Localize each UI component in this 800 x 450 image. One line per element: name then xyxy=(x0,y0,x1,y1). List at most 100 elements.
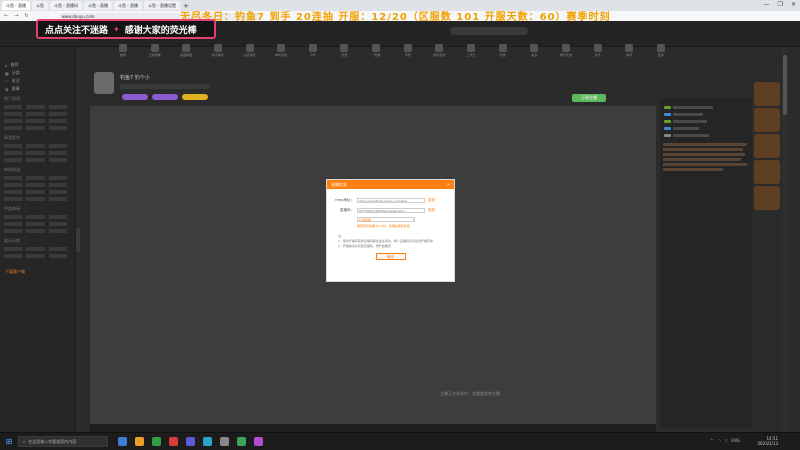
chat-panel xyxy=(660,98,752,428)
category-row: 推荐 王者荣耀 英雄联盟 和平精英 主机游戏 单机热游 户外 颜值 一起看 手游 网游竞技 二次元 科技… xyxy=(112,44,672,64)
tab-label: 斗鱼 - 直播 xyxy=(6,2,26,8)
close-window-button[interactable]: ✕ xyxy=(791,1,796,8)
sidebar-game-grid[interactable] xyxy=(0,245,75,260)
category-item[interactable]: 一起看 xyxy=(365,44,387,64)
category-item[interactable]: 颜值 xyxy=(333,44,355,64)
dialog-title: 直播信息 xyxy=(331,181,347,187)
category-item[interactable]: 手游 xyxy=(397,44,419,64)
sidebar-item-category[interactable]: ▦ 分类 xyxy=(0,69,75,77)
minimize-button[interactable]: — xyxy=(764,1,770,8)
wifi-icon[interactable]: ◠ xyxy=(717,438,721,443)
avatar[interactable] xyxy=(94,72,114,94)
reload-icon[interactable]: ↻ xyxy=(24,13,28,19)
category-label: 娱乐天地 xyxy=(559,53,572,57)
close-icon[interactable]: ✕ xyxy=(447,182,450,187)
category-item[interactable]: 英雄联盟 xyxy=(175,44,197,64)
left-sidebar: ⌂ 推荐 ▦ 分类 ♡ 关注 ♛ 赛事 热门游戏 网游竞技 单机热游 手游休闲 娱乐天地… xyxy=(0,47,76,432)
browser-tab[interactable]: 斗鱼 - 直播 xyxy=(2,1,30,10)
category-item[interactable]: 推荐 xyxy=(112,44,134,64)
sidebar-item-follow[interactable]: ♡ 关注 xyxy=(0,77,75,85)
rtmp-field[interactable]: rtmp://sendtc3a.douyu.com/live xyxy=(357,198,425,203)
category-label: 科技 xyxy=(499,53,506,57)
sidebar-game-grid[interactable] xyxy=(0,142,75,164)
promo-card[interactable] xyxy=(754,82,780,106)
promo-card[interactable] xyxy=(754,186,780,210)
browser-tab[interactable]: 斗鱼 - 直播设置 xyxy=(144,1,180,10)
line-select-value: 标准线路 xyxy=(359,218,372,222)
taskbar-app-icon[interactable] xyxy=(152,437,161,446)
browser-tab[interactable]: 斗鱼 - 直播 xyxy=(114,1,142,10)
sidebar-section-title: 单机热游 xyxy=(4,167,20,172)
taskbar-app-icon[interactable] xyxy=(203,437,212,446)
category-icon xyxy=(150,44,159,52)
streamer-info: 钓鱼7 钓个小 订阅主播 xyxy=(92,72,652,104)
forward-icon[interactable]: → xyxy=(14,13,18,19)
site-search-input[interactable] xyxy=(450,27,528,35)
category-item[interactable]: 二次元 xyxy=(460,44,482,64)
scrollbar-thumb[interactable] xyxy=(783,55,787,115)
category-item[interactable]: 音乐 xyxy=(587,44,609,64)
category-item[interactable]: 科技 xyxy=(492,44,514,64)
page-scrollbar[interactable] xyxy=(782,47,788,432)
browser-tab[interactable]: 斗鱼 - 直播间 xyxy=(50,1,82,10)
category-item[interactable]: 主机游戏 xyxy=(239,44,261,64)
copy-rtmp-button[interactable]: 复制 xyxy=(428,198,435,203)
back-icon[interactable]: ← xyxy=(4,13,8,19)
category-item[interactable]: 娱乐天地 xyxy=(555,44,577,64)
taskbar-app-icon[interactable] xyxy=(220,437,229,446)
sidebar-item-label: 下载客户端 xyxy=(5,269,25,274)
language-indicator[interactable]: ENG xyxy=(731,438,740,443)
subscribe-button[interactable]: 订阅主播 xyxy=(572,94,606,102)
tab-label: 斗鱼 - 直播 xyxy=(118,2,138,8)
category-item[interactable]: 更多 xyxy=(650,44,672,64)
category-item[interactable]: 网游竞技 xyxy=(428,44,450,64)
copy-stream-code-button[interactable]: 复制 xyxy=(428,208,435,213)
sidebar-game-grid[interactable] xyxy=(0,174,75,203)
sidebar-game-grid[interactable] xyxy=(0,103,75,132)
line-select[interactable]: 标准线路 ▾ xyxy=(357,217,415,222)
chevron-up-icon[interactable]: ^ xyxy=(710,438,713,443)
heart-icon: ♡ xyxy=(5,78,9,84)
category-item[interactable]: 户外 xyxy=(302,44,324,64)
category-label: 颜值 xyxy=(341,53,348,57)
browser-tab[interactable]: 斗鱼 xyxy=(32,1,48,10)
status-badge[interactable] xyxy=(182,94,208,100)
promo-card[interactable] xyxy=(754,108,780,132)
browser-tab[interactable]: 斗鱼 - 直播 xyxy=(84,1,112,10)
dialog-warning: 推流码有效期为1小时，到期后重新获取 xyxy=(357,224,410,228)
sidebar-section-title: 热门游戏 xyxy=(4,96,20,101)
promo-card[interactable] xyxy=(754,160,780,184)
category-icon xyxy=(498,44,507,52)
clock[interactable]: 14:51 2023/2/13 xyxy=(757,436,778,446)
taskbar-search-input[interactable]: ⌕ 在这里输入你要搜索的内容 xyxy=(18,436,108,447)
windows-start-icon[interactable]: ⊞ xyxy=(0,437,18,446)
category-label: 推荐 xyxy=(119,53,126,57)
sidebar-collapse-handle[interactable] xyxy=(76,228,80,252)
category-item[interactable]: 单机热游 xyxy=(270,44,292,64)
sidebar-item-events[interactable]: ♛ 赛事 xyxy=(0,85,75,93)
taskbar-app-icon[interactable] xyxy=(186,437,195,446)
sidebar-game-grid[interactable] xyxy=(0,213,75,235)
status-badge[interactable] xyxy=(122,94,148,100)
taskbar-app-icon[interactable] xyxy=(169,437,178,446)
speaker-icon[interactable]: ♪ xyxy=(725,438,728,443)
category-item[interactable]: 王者荣耀 xyxy=(144,44,166,64)
category-item[interactable]: 和平精英 xyxy=(207,44,229,64)
category-label: 户外 xyxy=(309,53,316,57)
sidebar-item-label: 关注 xyxy=(11,78,20,83)
taskbar-app-icon[interactable] xyxy=(118,437,127,446)
taskbar-app-icon[interactable] xyxy=(254,437,263,446)
confirm-button[interactable]: 确定 xyxy=(375,253,406,260)
sidebar-item-recommend[interactable]: ⌂ 推荐 xyxy=(0,61,75,69)
taskbar-app-icon[interactable] xyxy=(135,437,144,446)
download-client-link[interactable]: 下载客户端 xyxy=(0,268,75,276)
stream-code-field[interactable]: 8575389rCRIGSGv?wsSecret=... xyxy=(357,208,425,213)
status-badge[interactable] xyxy=(152,94,178,100)
maximize-button[interactable]: ❐ xyxy=(778,1,783,8)
taskbar-app-icon[interactable] xyxy=(237,437,246,446)
promo-card[interactable] xyxy=(754,134,780,158)
category-icon xyxy=(372,44,381,52)
category-item[interactable]: 体育 xyxy=(618,44,640,64)
room-meta xyxy=(120,84,210,89)
category-item[interactable]: 美食 xyxy=(523,44,545,64)
